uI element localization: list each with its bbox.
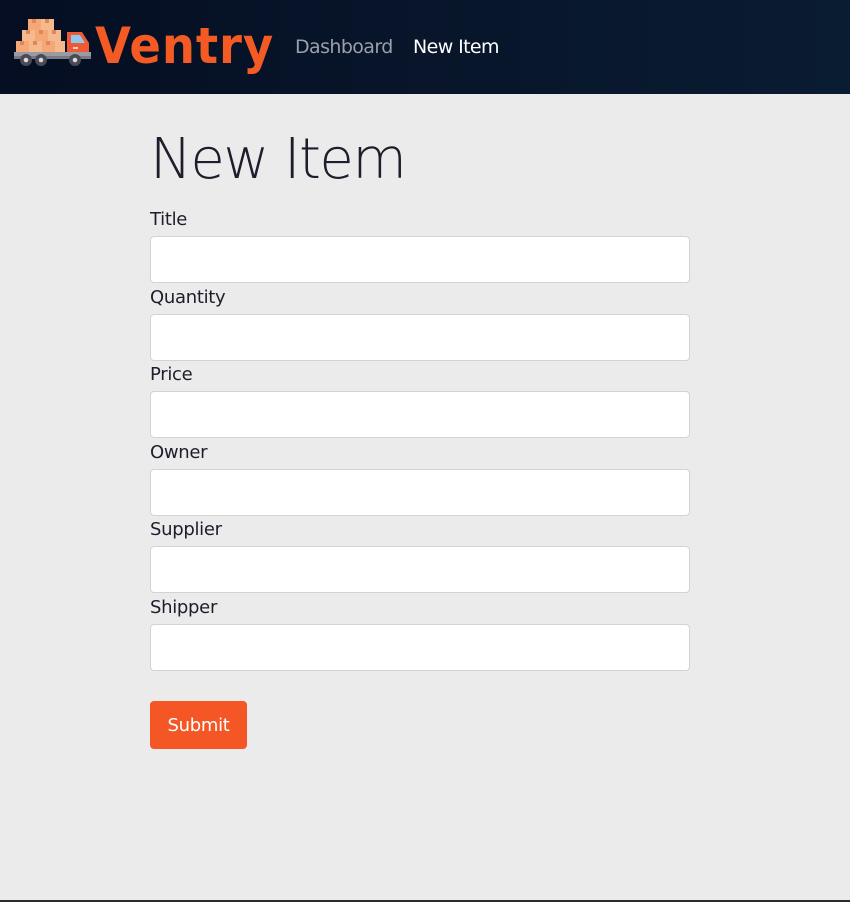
title-label: Title [150, 209, 188, 230]
submit-button[interactable]: Submit [150, 701, 247, 749]
page-title: New Item [150, 127, 407, 192]
price-label: Price [150, 364, 193, 385]
navbar: Ventry Dashboard New Item [0, 0, 850, 94]
owner-label: Owner [150, 442, 208, 463]
shipper-input[interactable] [150, 624, 690, 671]
quantity-input[interactable] [150, 314, 690, 361]
supplier-label: Supplier [150, 519, 222, 540]
quantity-label: Quantity [150, 287, 226, 308]
title-input[interactable] [150, 236, 690, 283]
nav-new-item-link[interactable]: New Item [413, 35, 500, 59]
owner-input[interactable] [150, 469, 690, 516]
supplier-input[interactable] [150, 546, 690, 593]
brand-name: Ventry [95, 17, 275, 75]
nav-dashboard-link[interactable]: Dashboard [295, 35, 393, 59]
delivery-truck-logo-icon [14, 19, 91, 66]
shipper-label: Shipper [150, 597, 218, 618]
price-input[interactable] [150, 391, 690, 438]
